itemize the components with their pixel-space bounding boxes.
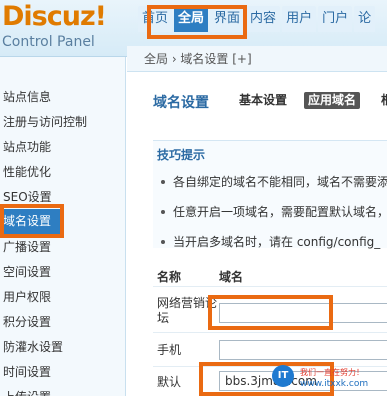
bullet-icon	[161, 239, 165, 244]
sidebar-item-domain-settings[interactable]: 域名设置	[0, 209, 62, 234]
breadcrumb: 全局 › 域名设置 [+]	[127, 46, 387, 72]
sidebar-item-seo[interactable]: SEO设置	[0, 185, 126, 210]
row-label-mobile: 手机	[157, 343, 182, 357]
table-divider	[153, 332, 387, 333]
row-label-default: 默认	[157, 375, 182, 389]
tab-root[interactable]: 根	[377, 92, 387, 109]
nav-global[interactable]: 全局	[174, 6, 209, 32]
tip-text: 当开启多域名时，请在 config/config_	[173, 235, 381, 249]
watermark-url: www.itxxk.com	[300, 379, 369, 389]
tab-app-domains[interactable]: 应用域名	[304, 92, 361, 109]
bullet-icon	[161, 179, 165, 184]
watermark: IT 我们一直在努力！ www.itxxk.com	[270, 363, 387, 396]
column-header-name: 名称	[157, 270, 182, 284]
nav-content[interactable]: 内容	[246, 6, 281, 32]
row-label-forum: 网络营销论坛	[157, 296, 218, 325]
tip-text: 各自绑定的域名不能相同，域名不需要添	[173, 175, 387, 189]
logo-title: Discuz!	[2, 1, 107, 32]
sidebar-item-register-access[interactable]: 注册与访问控制	[0, 110, 126, 135]
tip-item: 任意开启一项域名，需要配置默认域名，	[157, 203, 387, 220]
tip-item: 各自绑定的域名不能相同，域名不需要添	[157, 173, 387, 190]
nav-home[interactable]: 首页	[138, 6, 173, 32]
sidebar-item-site-info[interactable]: 站点信息	[0, 85, 126, 110]
tips-panel: 技巧提示 各自绑定的域名不能相同，域名不需要添 任意开启一项域名，需要配置默认域…	[153, 140, 387, 250]
sidebar-item-broadcast[interactable]: 广播设置	[0, 235, 126, 260]
nav-users[interactable]: 用户	[282, 6, 317, 32]
top-nav: 首页 全局 界面 内容 用户 门户 论	[138, 6, 376, 32]
tip-item: 当开启多域名时，请在 config/config_	[157, 233, 380, 250]
sidebar-item-performance[interactable]: 性能优化	[0, 160, 126, 185]
sidebar-item-credits[interactable]: 积分设置	[0, 310, 126, 335]
sidebar-item-space[interactable]: 空间设置	[0, 260, 126, 285]
page-title: 域名设置	[153, 95, 209, 111]
it-logo-icon: IT	[272, 365, 294, 387]
tab-basic-settings[interactable]: 基本设置	[235, 92, 291, 109]
discuz-logo: Discuz! Control Panel	[0, 0, 138, 57]
watermark-slogan: 我们一直在努力！	[300, 368, 364, 377]
bullet-icon	[161, 209, 165, 214]
tip-text: 任意开启一项域名，需要配置默认域名，	[173, 205, 387, 219]
nav-forum[interactable]: 论	[354, 6, 376, 32]
sidebar-item-upload[interactable]: 上传设置	[0, 385, 126, 396]
table-divider	[153, 286, 387, 287]
logo-subtitle: Control Panel	[2, 34, 95, 50]
sidebar-item-site-features[interactable]: 站点功能	[0, 135, 126, 160]
nav-interface[interactable]: 界面	[210, 6, 245, 32]
tips-title: 技巧提示	[157, 148, 206, 162]
nav-portal[interactable]: 门户	[318, 6, 353, 32]
sidebar-item-anti-spam[interactable]: 防灌水设置	[0, 335, 126, 360]
sidebar-item-permissions[interactable]: 用户权限	[0, 285, 126, 310]
domain-input-forum[interactable]	[219, 303, 387, 323]
domain-input-mobile[interactable]	[219, 340, 387, 360]
sidebar: 站点信息 注册与访问控制 站点功能 性能优化 SEO设置 域名设置 广播设置 空…	[0, 57, 126, 396]
column-header-domain: 域名	[219, 270, 244, 284]
main-content: 域名设置 基本设置 应用域名 根 技巧提示 各自绑定的域名不能相同，域名不需要添…	[127, 72, 387, 396]
sidebar-item-time[interactable]: 时间设置	[0, 360, 126, 385]
